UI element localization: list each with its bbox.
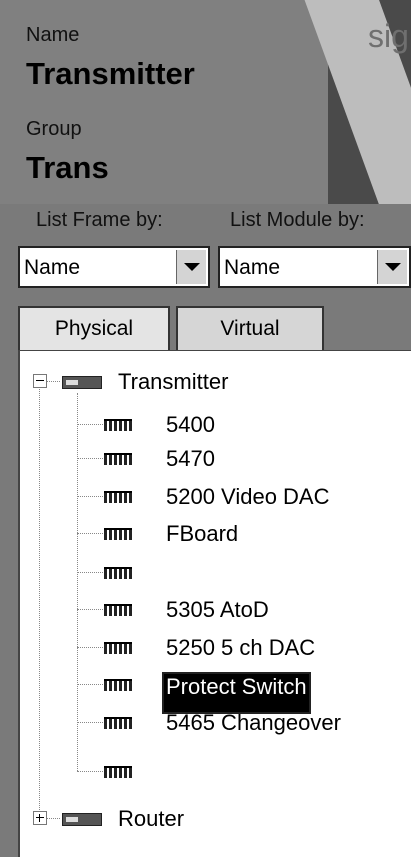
tree-item-label: 5470 bbox=[166, 446, 215, 471]
tree-item-label: 5200 Video DAC bbox=[166, 484, 330, 509]
collapse-icon[interactable] bbox=[33, 374, 47, 388]
list-module-label: List Module by: bbox=[230, 209, 365, 231]
chevron-down-icon bbox=[384, 263, 401, 271]
module-icon bbox=[104, 642, 132, 654]
tree-item-module-selected[interactable]: Protect Switch bbox=[100, 668, 400, 714]
tree-item-module[interactable]: 5200 Video DAC bbox=[100, 480, 400, 514]
tree-item-label: 5305 AtoD bbox=[166, 597, 269, 622]
tree-item-module[interactable]: FBoard bbox=[100, 517, 400, 551]
tree-item-module[interactable]: 5250 5 ch DAC bbox=[100, 631, 400, 665]
tree-item-module[interactable]: 5465 Changeover bbox=[100, 706, 400, 740]
tree-item-module[interactable]: 5470 bbox=[100, 442, 400, 476]
name-label: Name bbox=[26, 24, 80, 46]
list-frame-dropdown-button[interactable] bbox=[176, 250, 206, 284]
tree-node-label: Transmitter bbox=[118, 369, 229, 394]
tree-connector bbox=[77, 393, 78, 771]
tree-item-module[interactable]: 5305 AtoD bbox=[100, 593, 400, 627]
tree-item-label: FBoard bbox=[166, 521, 239, 546]
module-icon bbox=[104, 717, 132, 729]
tree-item-label: 5400 bbox=[166, 412, 215, 437]
tree-node-router[interactable]: Router bbox=[20, 802, 410, 836]
expand-icon[interactable] bbox=[33, 811, 47, 825]
list-module-dropdown-button[interactable] bbox=[377, 250, 407, 284]
frame-icon bbox=[62, 376, 102, 389]
tree-item-label: 5465 Changeover bbox=[166, 710, 341, 735]
tree-connector bbox=[39, 387, 40, 812]
module-icon bbox=[104, 766, 132, 778]
tab-physical[interactable]: Physical bbox=[18, 306, 170, 350]
module-icon bbox=[104, 491, 132, 503]
tree-item-module[interactable] bbox=[100, 556, 400, 590]
list-frame-select-value: Name bbox=[24, 256, 81, 279]
list-frame-label: List Frame by: bbox=[36, 209, 163, 231]
list-module-select-value: Name bbox=[224, 256, 281, 279]
tree-item-label: 5250 5 ch DAC bbox=[166, 635, 316, 660]
name-value: Transmitter bbox=[26, 56, 195, 91]
group-label: Group bbox=[26, 118, 82, 140]
frame-tree[interactable]: Transmitter 5400 5470 5200 Video DAC FBo… bbox=[18, 350, 411, 857]
group-value: Trans bbox=[26, 150, 109, 185]
brand-text: sig bbox=[368, 18, 409, 54]
module-icon bbox=[104, 679, 132, 691]
chevron-down-icon bbox=[183, 263, 200, 271]
module-icon bbox=[104, 453, 132, 465]
tree-node-transmitter[interactable]: Transmitter bbox=[20, 365, 410, 399]
tree-node-label: Router bbox=[118, 806, 185, 831]
module-icon bbox=[104, 419, 132, 431]
tree-item-module[interactable] bbox=[100, 755, 400, 789]
module-icon bbox=[104, 604, 132, 616]
list-module-select[interactable]: Name bbox=[218, 246, 411, 288]
tree-item-module[interactable]: 5400 bbox=[100, 408, 400, 442]
frame-icon bbox=[62, 813, 102, 826]
module-icon bbox=[104, 567, 132, 579]
tab-virtual[interactable]: Virtual bbox=[176, 306, 324, 350]
list-frame-select[interactable]: Name bbox=[18, 246, 210, 288]
module-icon bbox=[104, 528, 132, 540]
info-header: sig Name Transmitter Group Trans bbox=[0, 0, 411, 204]
